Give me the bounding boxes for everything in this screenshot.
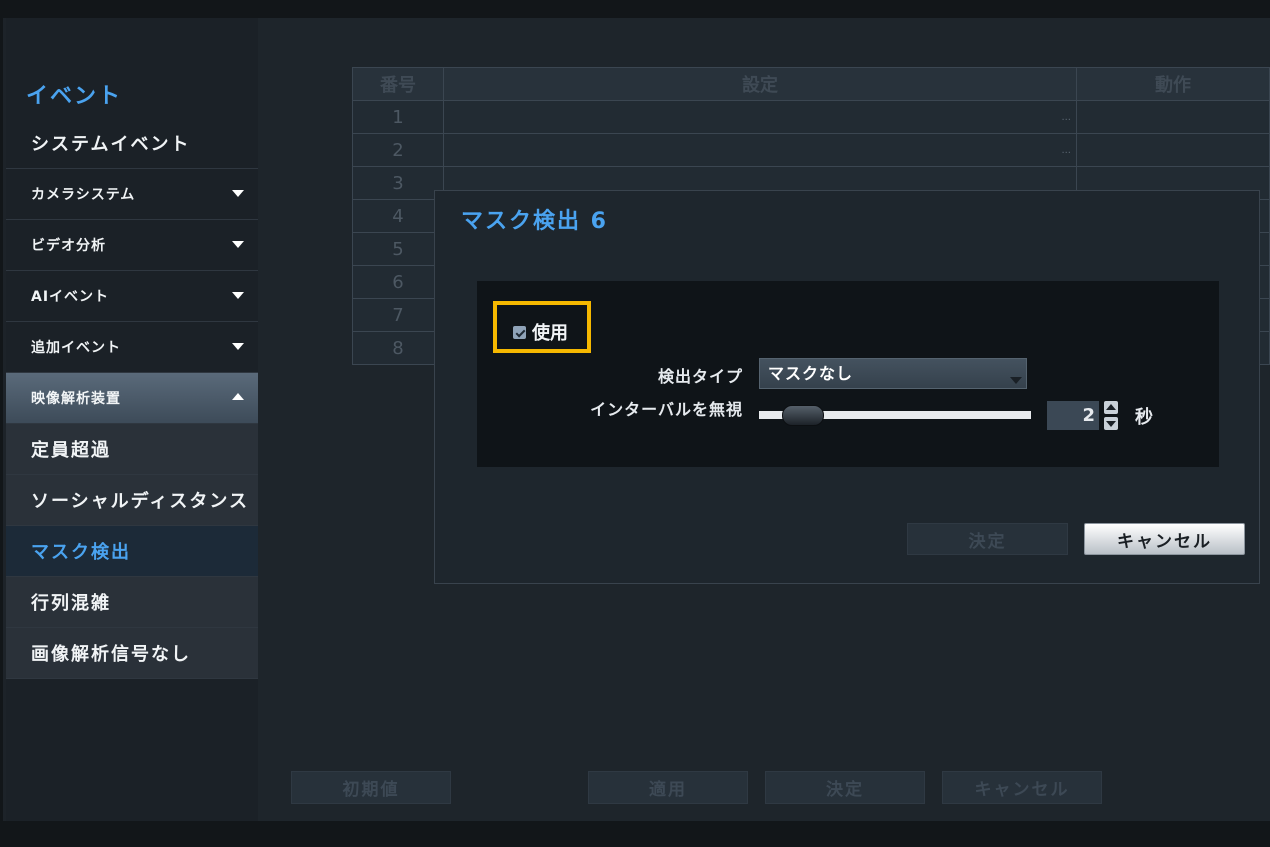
sidebar-item-label: カメラシステム: [31, 187, 136, 203]
sidebar-item-queue[interactable]: 行列混雑: [6, 577, 258, 628]
row-number: 5: [352, 232, 444, 266]
sidebar-item-system-event[interactable]: システムイベント: [6, 118, 258, 169]
dropdown-arrow-icon: [1010, 377, 1022, 384]
top-bar: [0, 0, 1270, 18]
apply-button[interactable]: 適用: [588, 771, 748, 804]
row-number: 3: [352, 166, 444, 200]
sidebar-item-camera-system[interactable]: カメラシステム: [6, 169, 258, 220]
decrement-arrow-icon[interactable]: [1104, 417, 1118, 430]
sidebar-item-video-analyzer[interactable]: 映像解析装置: [6, 373, 258, 424]
settings-panel: 使用 検出タイプ マスクなし インターバルを無視 2 秒: [477, 281, 1219, 467]
row-number: 7: [352, 298, 444, 332]
sidebar-item-additional-event[interactable]: 追加イベント: [6, 322, 258, 373]
table-row[interactable]: 2...: [352, 133, 1270, 167]
more-dots[interactable]: ...: [1061, 112, 1071, 123]
sidebar-item-ai-event[interactable]: AIイベント: [6, 271, 258, 322]
chevron-down-icon: [232, 292, 244, 299]
dialog-ok-button[interactable]: 決定: [907, 523, 1068, 555]
use-checkbox[interactable]: [513, 325, 526, 339]
row-number: 8: [352, 331, 444, 365]
sidebar-item-label: ソーシャルディスタンス: [31, 491, 250, 512]
sidebar-item-label: 行列混雑: [31, 593, 111, 614]
row-action[interactable]: [1076, 133, 1270, 167]
detect-type-label: 検出タイプ: [657, 367, 743, 386]
row-settings[interactable]: ...: [443, 100, 1077, 134]
sidebar-item-occupancy[interactable]: 定員超過: [6, 424, 258, 475]
chevron-down-icon: [232, 343, 244, 350]
increment-arrow-icon[interactable]: [1104, 401, 1118, 414]
sidebar-item-no-signal[interactable]: 画像解析信号なし: [6, 628, 258, 679]
row-action[interactable]: [1076, 100, 1270, 134]
ok-button[interactable]: 決定: [765, 771, 925, 804]
sidebar-item-label: 画像解析信号なし: [31, 644, 191, 665]
sidebar: イベント システムイベント カメラシステム ビデオ分析 AIイベント 追加イベン…: [6, 18, 258, 821]
dialog-cancel-button[interactable]: キャンセル: [1084, 523, 1245, 555]
row-settings[interactable]: ...: [443, 133, 1077, 167]
row-number: 1: [352, 100, 444, 134]
use-checkbox-row[interactable]: 使用: [513, 319, 568, 345]
row-number: 6: [352, 265, 444, 299]
column-header-number: 番号: [352, 67, 444, 101]
sidebar-item-video-analytics[interactable]: ビデオ分析: [6, 220, 258, 271]
column-header-action: 動作: [1076, 67, 1270, 101]
chevron-up-icon: [232, 393, 244, 400]
chevron-down-icon: [232, 190, 244, 197]
sidebar-item-label: 映像解析装置: [31, 391, 121, 407]
chevron-down-icon: [232, 241, 244, 248]
sidebar-item-label: システムイベント: [31, 134, 191, 155]
mask-detection-dialog: マスク検出 6 使用 検出タイプ マスクなし インターバルを無視 2 秒 決定 …: [434, 190, 1260, 584]
ignore-interval-label: インターバルを無視: [590, 400, 743, 419]
sidebar-item-social-distance[interactable]: ソーシャルディスタンス: [6, 475, 258, 526]
sidebar-title: イベント: [26, 84, 123, 109]
table-row[interactable]: 1...: [352, 100, 1270, 134]
sidebar-item-label: ビデオ分析: [31, 238, 106, 254]
column-header-settings: 設定: [443, 67, 1077, 101]
dialog-title: マスク検出 6: [461, 209, 608, 234]
sidebar-item-label: マスク検出: [31, 542, 131, 563]
sidebar-item-label: AIイベント: [31, 289, 110, 305]
interval-slider-thumb[interactable]: [782, 405, 824, 426]
sidebar-item-label: 定員超過: [31, 440, 111, 461]
sidebar-item-mask-detection[interactable]: マスク検出: [6, 526, 258, 577]
bottom-bar: [0, 821, 1270, 847]
use-label: 使用: [532, 323, 568, 344]
interval-value-field[interactable]: 2: [1047, 401, 1099, 430]
sidebar-item-label: 追加イベント: [31, 340, 121, 356]
interval-unit: 秒: [1135, 407, 1153, 428]
sidebar-menu: システムイベント カメラシステム ビデオ分析 AIイベント 追加イベント 映像解…: [6, 118, 258, 679]
more-dots[interactable]: ...: [1061, 145, 1071, 156]
cancel-button[interactable]: キャンセル: [942, 771, 1102, 804]
detect-type-value: マスクなし: [768, 364, 854, 383]
row-number: 4: [352, 199, 444, 233]
detect-type-select[interactable]: マスクなし: [759, 358, 1027, 389]
default-button[interactable]: 初期値: [291, 771, 451, 804]
row-number: 2: [352, 133, 444, 167]
